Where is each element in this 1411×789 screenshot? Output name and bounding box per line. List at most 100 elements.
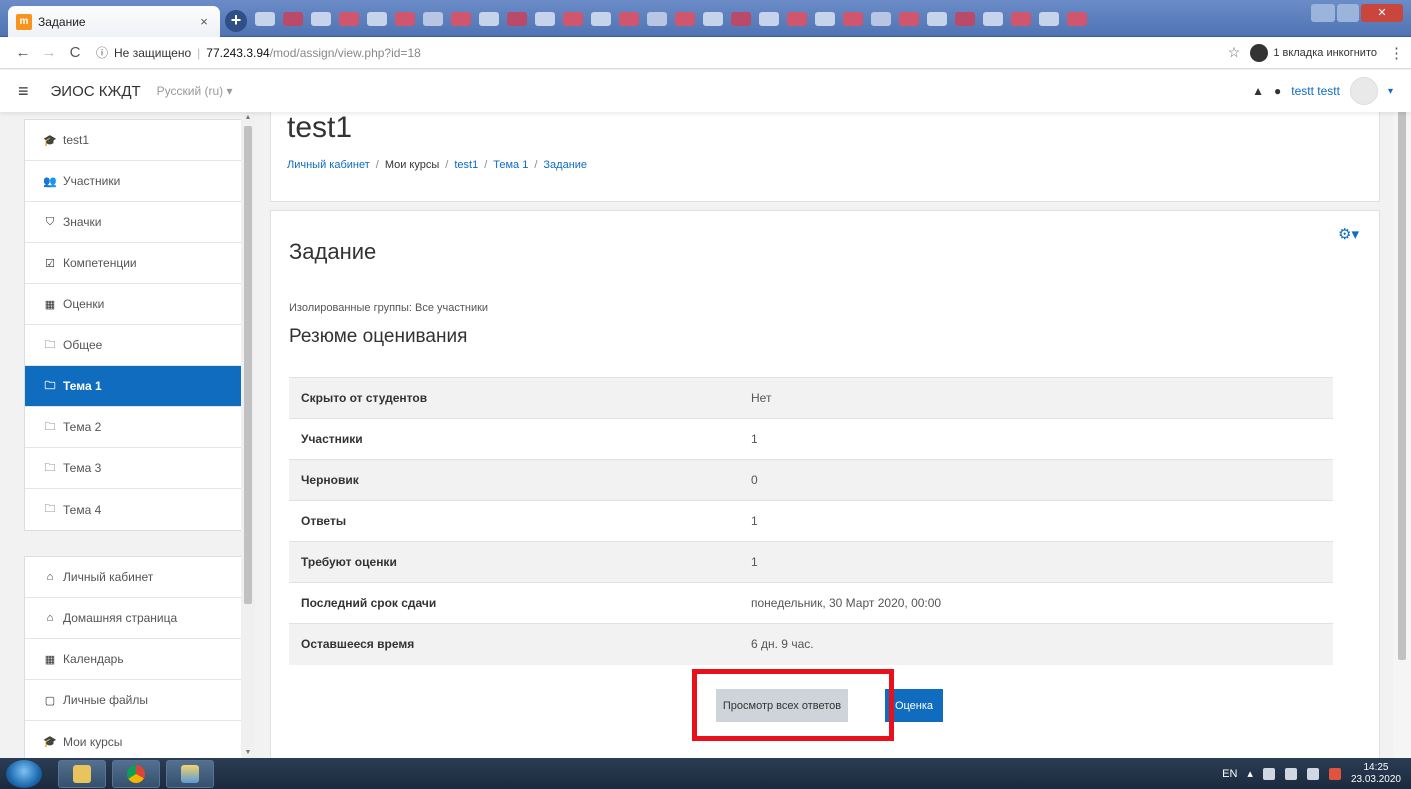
start-button[interactable] [6, 759, 42, 788]
drawer-toggle-icon[interactable]: ≡ [18, 81, 29, 102]
blurred-tab[interactable] [731, 12, 751, 26]
app-task[interactable] [166, 759, 214, 788]
blurred-tab[interactable] [983, 12, 1003, 26]
sidebar-item-course-4[interactable]: ▦ Оценки [25, 284, 251, 325]
user-menu-caret-icon[interactable]: ▾ [1388, 86, 1393, 97]
chrome-task[interactable] [112, 759, 160, 788]
explorer-task[interactable] [58, 759, 106, 788]
scroll-up-icon[interactable]: ▲ [241, 114, 255, 121]
bookmark-star-icon[interactable]: ☆ [1228, 44, 1241, 61]
gear-icon[interactable]: ⚙▾ [1338, 225, 1359, 243]
table-row: Требуют оценки 1 [289, 541, 1333, 583]
blurred-tab[interactable] [451, 12, 471, 26]
sidebar-item-course-6[interactable]: 🗀 Тема 1 [25, 366, 251, 407]
blurred-tab[interactable] [367, 12, 387, 26]
site-name[interactable]: ЭИОС КЖДТ [51, 83, 141, 100]
sidebar-item-label: Оценки [63, 297, 105, 311]
avatar[interactable] [1349, 77, 1378, 105]
blurred-tab[interactable] [899, 12, 919, 26]
action-center-icon[interactable] [1284, 767, 1297, 780]
blurred-tab[interactable] [1039, 12, 1059, 26]
table-row: Участники 1 [289, 418, 1333, 460]
notifications-icon[interactable]: ▲ [1252, 84, 1264, 98]
scroll-down-icon[interactable]: ▼ [241, 749, 255, 756]
blurred-tab[interactable] [423, 12, 443, 26]
sidebar-item-site-1[interactable]: ⌂ Домашняя страница [25, 598, 251, 639]
incognito-indicator[interactable]: 1 вкладка инкогнито [1250, 43, 1377, 62]
sidebar-item-icon: 👥 [43, 175, 57, 188]
sidebar-item-course-7[interactable]: 🗀 Тема 2 [25, 407, 251, 448]
clock[interactable]: 14:25 23.03.2020 [1351, 762, 1401, 786]
breadcrumb-course[interactable]: test1 [454, 159, 478, 171]
sidebar-item-course-9[interactable]: 🗀 Тема 4 [25, 489, 251, 530]
breadcrumb-my-courses[interactable]: Мои курсы [385, 159, 439, 171]
blurred-tab[interactable] [563, 12, 583, 26]
sidebar-item-icon: 🗀 [44, 503, 56, 515]
blurred-tab[interactable] [591, 12, 611, 26]
minimize-button[interactable] [1311, 4, 1335, 22]
blurred-tab[interactable] [843, 12, 863, 26]
blurred-tab[interactable] [283, 12, 303, 26]
info-icon[interactable]: ⓘ [96, 44, 108, 61]
blurred-tab[interactable] [759, 12, 779, 26]
folder-icon [73, 764, 91, 783]
sidebar-item-site-0[interactable]: ⌂ Личный кабинет [25, 557, 251, 598]
blurred-tab[interactable] [619, 12, 639, 26]
blurred-tab[interactable] [927, 12, 947, 26]
blurred-tab[interactable] [647, 12, 667, 26]
sidebar-item-site-4[interactable]: 🎓 Мои курсы [25, 721, 251, 758]
reload-icon[interactable]: C [62, 44, 88, 61]
user-name[interactable]: testt testt [1291, 84, 1340, 98]
sidebar-item-course-8[interactable]: 🗀 Тема 3 [25, 448, 251, 489]
sidebar-item-course-5[interactable]: 🗀 Общее [25, 325, 251, 366]
blurred-tab[interactable] [339, 12, 359, 26]
sidebar-item-icon: ☑ [45, 257, 55, 270]
summary-value: 6 дн. 9 час. [739, 623, 1333, 665]
browser-menu-icon[interactable]: ⋮ [1389, 44, 1404, 62]
maximize-button[interactable] [1337, 4, 1359, 22]
blurred-tab[interactable] [535, 12, 555, 26]
blurred-tab[interactable] [871, 12, 891, 26]
sidebar-item-course-3[interactable]: ☑ Компетенции [25, 243, 251, 284]
keyboard-language[interactable]: EN [1222, 768, 1237, 780]
blurred-tab[interactable] [675, 12, 695, 26]
blurred-tab[interactable] [787, 12, 807, 26]
blurred-tab[interactable] [311, 12, 331, 26]
signal-icon[interactable] [1306, 767, 1319, 780]
blurred-tab[interactable] [703, 12, 723, 26]
sidebar-item-site-2[interactable]: ▦ Календарь [25, 639, 251, 680]
browser-tab[interactable]: m Задание × [8, 6, 220, 37]
page-scroll-thumb[interactable] [1398, 100, 1406, 660]
blurred-tab[interactable] [395, 12, 415, 26]
tab-close-icon[interactable]: × [196, 14, 212, 29]
sidebar-scrollbar[interactable]: ▲ ▼ [241, 112, 255, 758]
blurred-tab[interactable] [1011, 12, 1031, 26]
sidebar-item-course-1[interactable]: 👥 Участники [25, 161, 251, 202]
sidebar-scroll-thumb[interactable] [244, 126, 252, 604]
page-scrollbar[interactable] [1393, 70, 1411, 758]
breadcrumb-dashboard[interactable]: Личный кабинет [287, 159, 370, 171]
close-window-button[interactable]: ✕ [1361, 4, 1403, 22]
breadcrumb-activity[interactable]: Задание [543, 159, 587, 171]
sidebar-item-site-3[interactable]: ▢ Личные файлы [25, 680, 251, 721]
forward-icon[interactable]: → [36, 44, 62, 61]
sidebar-item-course-2[interactable]: ⛉ Значки [25, 202, 251, 243]
sidebar-item-course-0[interactable]: 🎓 test1 [25, 120, 251, 161]
blurred-tab[interactable] [1067, 12, 1087, 26]
tray-expand-icon[interactable]: ▴ [1247, 767, 1253, 780]
blurred-tab[interactable] [479, 12, 499, 26]
language-menu[interactable]: Русский (ru) ▾ [157, 84, 233, 98]
new-tab-button[interactable]: + [225, 10, 247, 32]
blurred-tab[interactable] [815, 12, 835, 26]
blurred-tab[interactable] [955, 12, 975, 26]
back-icon[interactable]: ← [10, 44, 36, 61]
window-controls: ✕ [1311, 4, 1403, 22]
blurred-tab[interactable] [507, 12, 527, 26]
sidebar-item-label: Мои курсы [63, 734, 123, 749]
url-field[interactable]: ⓘ Не защищено | 77.243.3.94/mod/assign/v… [96, 44, 1228, 61]
messages-icon[interactable]: ● [1274, 84, 1281, 98]
blurred-tab[interactable] [255, 12, 275, 26]
breadcrumb-section[interactable]: Тема 1 [493, 159, 528, 171]
volume-icon[interactable] [1328, 767, 1341, 780]
network-icon[interactable] [1262, 767, 1275, 780]
